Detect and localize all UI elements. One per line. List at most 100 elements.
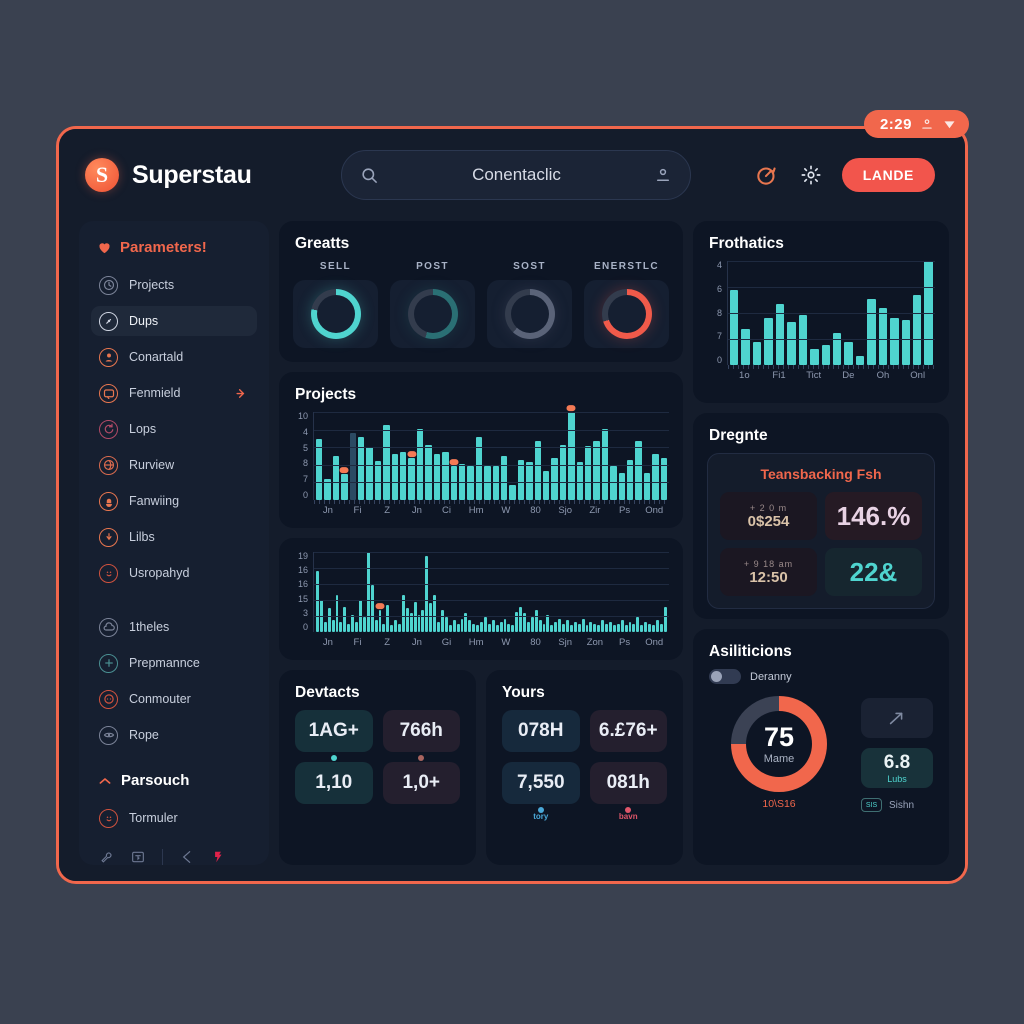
metric-tile-value: 766h <box>399 720 443 741</box>
axis-tick-label: Ond <box>645 637 664 648</box>
primary-action-button[interactable]: LANDE <box>841 158 935 192</box>
bar <box>405 608 409 632</box>
dregnte-cell: 146.% <box>825 492 922 540</box>
projects-chart-title: Projects <box>295 386 357 403</box>
metric-tile[interactable]: 081h bavn <box>589 762 667 821</box>
chevron-right-icon[interactable] <box>234 386 249 401</box>
bar <box>652 454 659 500</box>
user-icon[interactable] <box>654 166 672 184</box>
metric-tile-value: 7,550 <box>516 772 565 793</box>
metric-tile-value: 078H <box>518 720 564 741</box>
axis-tick-label: 0 <box>716 355 722 365</box>
footer-divider <box>162 849 163 865</box>
status-pill[interactable]: 2:29 <box>863 110 969 138</box>
sidebar-item-conartald[interactable]: Conartald <box>91 342 257 372</box>
stat-card[interactable]: ENERSTLC <box>584 261 669 348</box>
heart-icon <box>97 240 112 255</box>
trend-up-icon-box[interactable] <box>861 698 933 738</box>
sidebar-item-usropahyd[interactable]: Usropahyd <box>91 558 257 588</box>
archive-icon[interactable] <box>130 849 146 865</box>
sidebar-item-fanwiing[interactable]: Fanwiing <box>91 486 257 516</box>
side-metric-value: 6.8 <box>883 751 911 773</box>
bar <box>362 616 366 632</box>
sidebar-item-projects[interactable]: Projects <box>91 270 257 300</box>
gear-icon[interactable] <box>800 164 822 186</box>
bar <box>554 621 558 632</box>
sidebar-section-title: Parameters! <box>91 239 257 270</box>
search-input[interactable] <box>379 165 654 185</box>
sidebar-item-dups[interactable]: Dups <box>91 306 257 336</box>
stat-card[interactable]: SELL <box>293 261 378 348</box>
smile-icon <box>99 808 118 828</box>
bar <box>476 625 480 632</box>
sidebar-item-rope[interactable]: Rope <box>91 720 257 750</box>
axis-tick-label: 0 <box>302 489 308 500</box>
secondary-chart-panel: 19 16 16 15 3 0 Jn Fi Z Jn Gi Hm W 80 Sjn Zon Ps Ond <box>279 538 683 660</box>
bar <box>608 621 612 632</box>
wrench-icon[interactable] <box>99 850 114 865</box>
sidebar-item-conmouter[interactable]: Conmouter <box>91 684 257 714</box>
status-time: 2:29 <box>879 115 912 133</box>
bar <box>878 308 888 365</box>
metric-tile[interactable]: 7,550 tory <box>502 762 580 821</box>
plus-icon <box>99 653 118 673</box>
sidebar-item-tormuler[interactable]: Tormuler <box>91 803 257 833</box>
axis-ticks <box>728 365 935 369</box>
bar <box>901 319 910 365</box>
bar <box>890 317 899 365</box>
sidebar-item-lops[interactable]: Lops <box>91 414 257 444</box>
bookmark-icon[interactable] <box>179 849 195 865</box>
bar <box>339 621 343 632</box>
axis-tick-label: Ci <box>442 505 452 516</box>
flag-icon[interactable] <box>211 849 225 865</box>
bar <box>663 606 667 632</box>
stats-panel: Greatts SELL POST A SOST B ENERSTLC <box>279 221 683 362</box>
bar <box>577 623 581 632</box>
bar <box>332 456 340 500</box>
bar <box>382 623 386 632</box>
bar <box>500 456 508 500</box>
metric-tile[interactable]: 078H <box>502 710 580 752</box>
deranny-toggle[interactable] <box>709 669 741 684</box>
bar <box>620 620 624 632</box>
metric-tile-value: 081h <box>606 772 650 793</box>
search-bar[interactable] <box>341 150 691 200</box>
bottom-row: Devtacts 1AG+ 766h 1,10 1,0+ Yours 078H … <box>279 670 683 865</box>
target-icon[interactable] <box>754 162 780 188</box>
sidebar-item-1theles[interactable]: 1theles <box>91 612 257 642</box>
metric-tile[interactable]: 6.£76+ <box>589 710 667 752</box>
deranny-toggle-row[interactable]: Deranny <box>709 669 933 684</box>
stat-card[interactable]: POST A <box>390 261 475 348</box>
bar <box>349 433 357 500</box>
bar <box>644 621 648 632</box>
bar <box>643 473 651 500</box>
folder-icon <box>99 383 118 403</box>
metric-tile[interactable]: 1,10 <box>295 762 373 804</box>
stat-card[interactable]: SOST B <box>487 261 572 348</box>
stat-card-box: B <box>487 280 572 348</box>
metric-tile[interactable]: 1,0+ <box>382 762 460 804</box>
bar <box>585 625 589 632</box>
bar <box>798 315 808 365</box>
secondary-chart-y-axis: 19 16 16 15 3 0 <box>291 552 313 632</box>
clock-icon <box>99 275 118 295</box>
bar-marker <box>566 405 576 412</box>
chevron-down-icon[interactable] <box>942 117 957 132</box>
bar <box>764 317 773 365</box>
metric-tile[interactable]: 766h <box>382 710 460 761</box>
sidebar-item-fenmield[interactable]: Fenmield <box>91 378 257 408</box>
metric-tile-value: 1,10 <box>315 772 353 793</box>
projects-chart-y-axis: 10 4 5 8 7 0 <box>291 412 313 500</box>
bar <box>374 460 382 500</box>
bar <box>519 606 523 632</box>
devtacts-panel: Devtacts 1AG+ 766h 1,10 1,0+ <box>279 670 476 865</box>
bar <box>627 459 634 500</box>
sidebar-item-lilbs[interactable]: Lilbs <box>91 522 257 552</box>
sidebar-item-prepmannce[interactable]: Prepmannce <box>91 648 257 678</box>
metric-tile[interactable]: 1AG+ <box>295 710 373 761</box>
metric-tile-value: 6.£76+ <box>598 720 658 741</box>
axis-tick-label: 15 <box>297 593 308 604</box>
stat-card-caption: SELL <box>319 261 352 272</box>
sidebar-item-rurview[interactable]: Rurview <box>91 450 257 480</box>
axis-tick-label: W <box>501 505 511 516</box>
